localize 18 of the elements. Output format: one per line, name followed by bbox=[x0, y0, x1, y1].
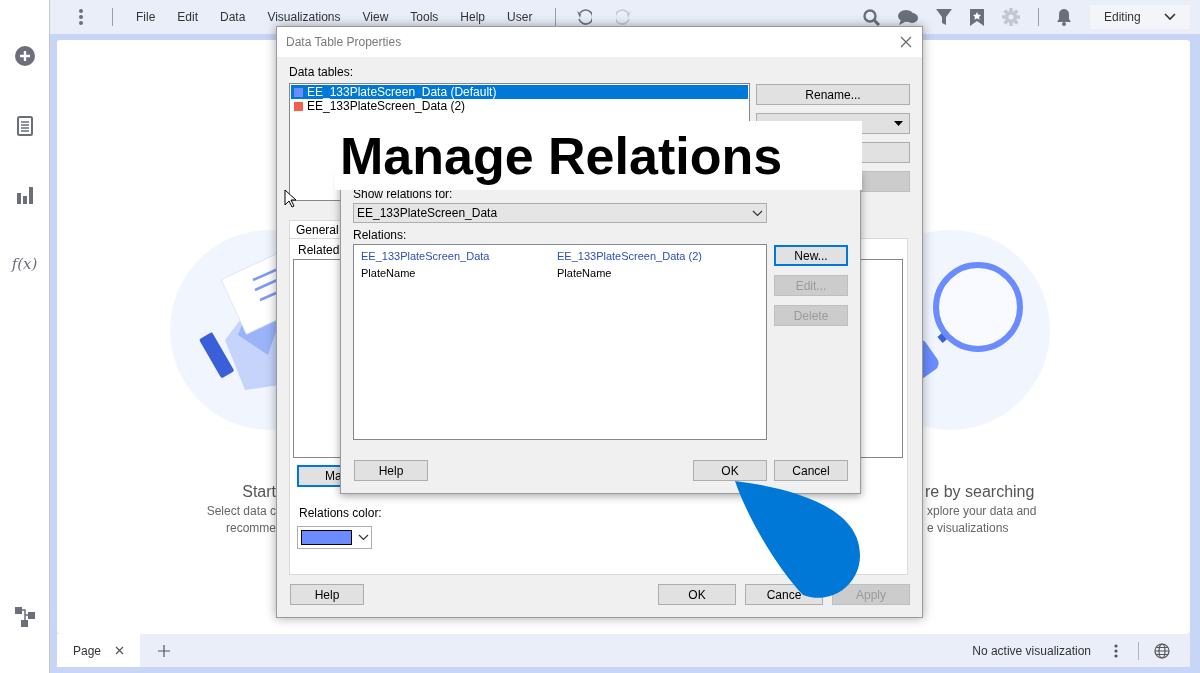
empty-state-heading: Start bbox=[242, 482, 276, 502]
list-item-label: EE_133PlateScreen_Data (Default) bbox=[307, 84, 497, 101]
empty-state-text: e visualizations bbox=[926, 520, 1009, 537]
empty-state-text: recomme bbox=[226, 520, 276, 537]
list-cell-text: PlateName bbox=[361, 266, 417, 280]
status-text: No active visualization bbox=[972, 642, 1091, 660]
field-label: Related bbox=[298, 243, 340, 258]
dialog-title: Data Table Properties bbox=[286, 34, 402, 51]
field-label: Data tables: bbox=[289, 65, 355, 80]
empty-state-text: Select data c bbox=[206, 503, 276, 520]
list-cell: PlateName bbox=[557, 266, 612, 280]
empty-state-text: xplore your data and bbox=[926, 503, 1037, 520]
empty-state-heading: re by searching bbox=[925, 482, 1035, 502]
list-cell-text: EE_133PlateScreen_Data bbox=[361, 249, 491, 263]
field-label: Relations color: bbox=[298, 506, 383, 521]
field-label: Relations: bbox=[353, 228, 408, 242]
list-item-label: EE_133PlateScreen_Data (2) bbox=[307, 99, 466, 115]
list-cell: EE_133PlateScreen_Data (2) bbox=[557, 249, 702, 263]
